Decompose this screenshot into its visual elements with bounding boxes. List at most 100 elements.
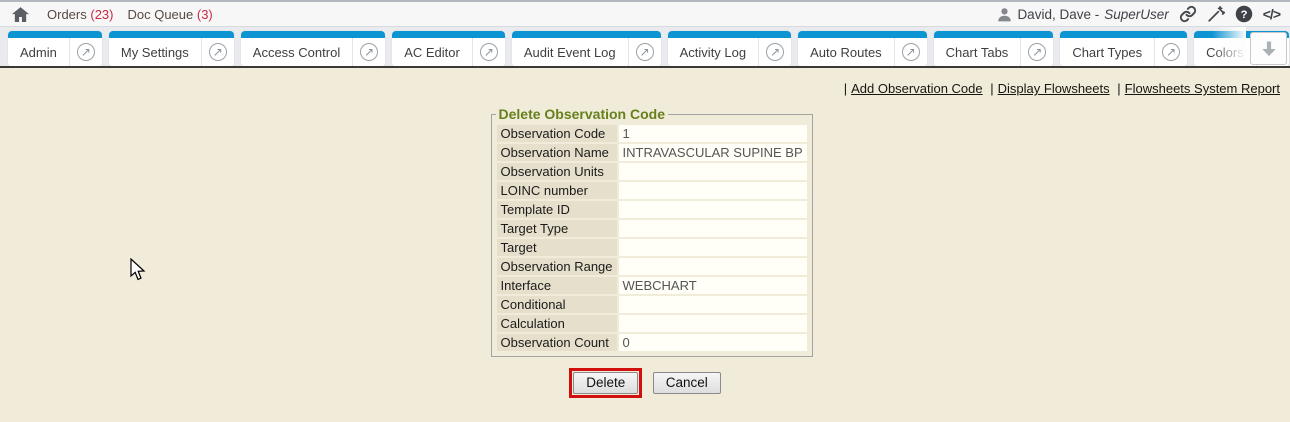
- tab-accent-bar: [241, 31, 385, 38]
- row-label: Observation Count: [497, 334, 617, 351]
- tab-label[interactable]: Colors: [1194, 45, 1256, 60]
- row-label: Conditional: [497, 296, 617, 313]
- row-value: 0: [619, 334, 807, 351]
- nav-doc-queue[interactable]: Doc Queue (3): [127, 7, 212, 22]
- nav-orders[interactable]: Orders (23): [47, 7, 113, 22]
- row-value: [619, 163, 807, 180]
- row-label: Observation Units: [497, 163, 617, 180]
- tab-label[interactable]: Audit Event Log: [512, 45, 628, 60]
- user-menu[interactable]: David, Dave - SuperUser: [997, 7, 1168, 22]
- row-label: Template ID: [497, 201, 617, 218]
- code-icon[interactable]: </>: [1263, 6, 1280, 22]
- tab-label[interactable]: Chart Tabs: [934, 45, 1021, 60]
- nav-doc-queue-label: Doc Queue: [127, 7, 193, 22]
- tab-label[interactable]: Admin: [8, 45, 69, 60]
- open-in-new-icon[interactable]: ↗: [1154, 38, 1187, 66]
- open-in-new-icon[interactable]: ↗: [69, 38, 102, 66]
- action-links: |Add Observation Code |Display Flowsheet…: [0, 81, 1290, 96]
- add-observation-code-link[interactable]: Add Observation Code: [851, 81, 983, 96]
- tab-label[interactable]: Activity Log: [668, 45, 758, 60]
- tab-chart-types[interactable]: Chart Types↗: [1060, 31, 1187, 66]
- orders-count-badge: (23): [90, 7, 113, 22]
- help-icon[interactable]: ?: [1235, 5, 1253, 23]
- row-label: Observation Code: [497, 125, 617, 142]
- tab-label[interactable]: Access Control: [241, 45, 352, 60]
- top-header: Orders (23) Doc Queue (3) David, Dave - …: [0, 0, 1290, 27]
- flowsheets-system-report-link[interactable]: Flowsheets System Report: [1125, 81, 1280, 96]
- table-row: Observation Count 0: [497, 334, 807, 351]
- tab-audit-event-log[interactable]: Audit Event Log↗: [512, 31, 661, 66]
- down-arrow-icon: [1259, 39, 1279, 59]
- admin-tab-bar: Admin↗ My Settings↗ Access Control↗ AC E…: [0, 27, 1290, 68]
- wand-icon[interactable]: [1207, 5, 1225, 23]
- observation-table: Observation Code 1 Observation Name INTR…: [495, 123, 809, 353]
- row-value: [619, 239, 807, 256]
- row-value: WEBCHART: [619, 277, 807, 294]
- doc-queue-count-badge: (3): [197, 7, 213, 22]
- row-value: [619, 315, 807, 332]
- open-in-new-icon[interactable]: ↗: [201, 38, 234, 66]
- open-in-new-icon[interactable]: ↗: [352, 38, 385, 66]
- mouse-cursor: [130, 258, 146, 281]
- tab-admin[interactable]: Admin↗: [8, 31, 102, 66]
- tab-label[interactable]: My Settings: [109, 45, 201, 60]
- cancel-button[interactable]: Cancel: [653, 372, 721, 394]
- table-row: Conditional: [497, 296, 807, 313]
- link-separator: |: [840, 81, 851, 96]
- table-row: Target Type: [497, 220, 807, 237]
- table-row: LOINC number: [497, 182, 807, 199]
- tab-auto-routes[interactable]: Auto Routes↗: [798, 31, 927, 66]
- row-label: Calculation: [497, 315, 617, 332]
- svg-text:?: ?: [1240, 9, 1247, 21]
- tab-accent-bar: [8, 31, 102, 38]
- tab-access-control[interactable]: Access Control↗: [241, 31, 385, 66]
- nav-orders-label: Orders: [47, 7, 87, 22]
- form-buttons: Delete Cancel: [491, 368, 800, 398]
- display-flowsheets-link[interactable]: Display Flowsheets: [998, 81, 1110, 96]
- tab-label[interactable]: Auto Routes: [798, 45, 894, 60]
- open-in-new-icon[interactable]: ↗: [758, 38, 791, 66]
- tab-my-settings[interactable]: My Settings↗: [109, 31, 234, 66]
- row-value: 1: [619, 125, 807, 142]
- open-in-new-icon[interactable]: ↗: [628, 38, 661, 66]
- user-name: David, Dave -: [1017, 7, 1099, 22]
- row-label: LOINC number: [497, 182, 617, 199]
- link-separator: |: [986, 81, 997, 96]
- row-label: Interface: [497, 277, 617, 294]
- table-row: Observation Code 1: [497, 125, 807, 142]
- tab-chart-tabs[interactable]: Chart Tabs↗: [934, 31, 1054, 66]
- open-in-new-icon[interactable]: ↗: [894, 38, 927, 66]
- row-label: Target Type: [497, 220, 617, 237]
- form-title: Delete Observation Code: [496, 106, 669, 122]
- open-in-new-icon[interactable]: ↗: [472, 38, 505, 66]
- tab-label[interactable]: Chart Types: [1060, 45, 1154, 60]
- table-row: Observation Units: [497, 163, 807, 180]
- observation-fieldset: Delete Observation Code Observation Code…: [491, 106, 813, 357]
- tab-accent-bar: [668, 31, 791, 38]
- home-icon[interactable]: [8, 7, 33, 22]
- tab-activity-log[interactable]: Activity Log↗: [668, 31, 791, 66]
- table-row: Interface WEBCHART: [497, 277, 807, 294]
- tab-label[interactable]: AC Editor: [392, 45, 472, 60]
- link-separator: |: [1113, 81, 1124, 96]
- table-row: Observation Name INTRAVASCULAR SUPINE BP: [497, 144, 807, 161]
- tab-accent-bar: [109, 31, 234, 38]
- table-row: Target: [497, 239, 807, 256]
- delete-button[interactable]: Delete: [573, 372, 638, 394]
- row-value: [619, 201, 807, 218]
- more-tabs-button[interactable]: [1250, 32, 1287, 65]
- table-row: Calculation: [497, 315, 807, 332]
- user-icon: [997, 7, 1012, 22]
- tab-accent-bar: [798, 31, 927, 38]
- tab-ac-editor[interactable]: AC Editor↗: [392, 31, 505, 66]
- open-in-new-icon[interactable]: ↗: [1020, 38, 1053, 66]
- row-label: Observation Name: [497, 144, 617, 161]
- tab-accent-bar: [392, 31, 505, 38]
- table-row: Template ID: [497, 201, 807, 218]
- row-value: [619, 258, 807, 275]
- row-value: INTRAVASCULAR SUPINE BP: [619, 144, 807, 161]
- row-value: [619, 182, 807, 199]
- tab-accent-bar: [512, 31, 661, 38]
- row-value: [619, 296, 807, 313]
- link-icon[interactable]: [1179, 5, 1197, 23]
